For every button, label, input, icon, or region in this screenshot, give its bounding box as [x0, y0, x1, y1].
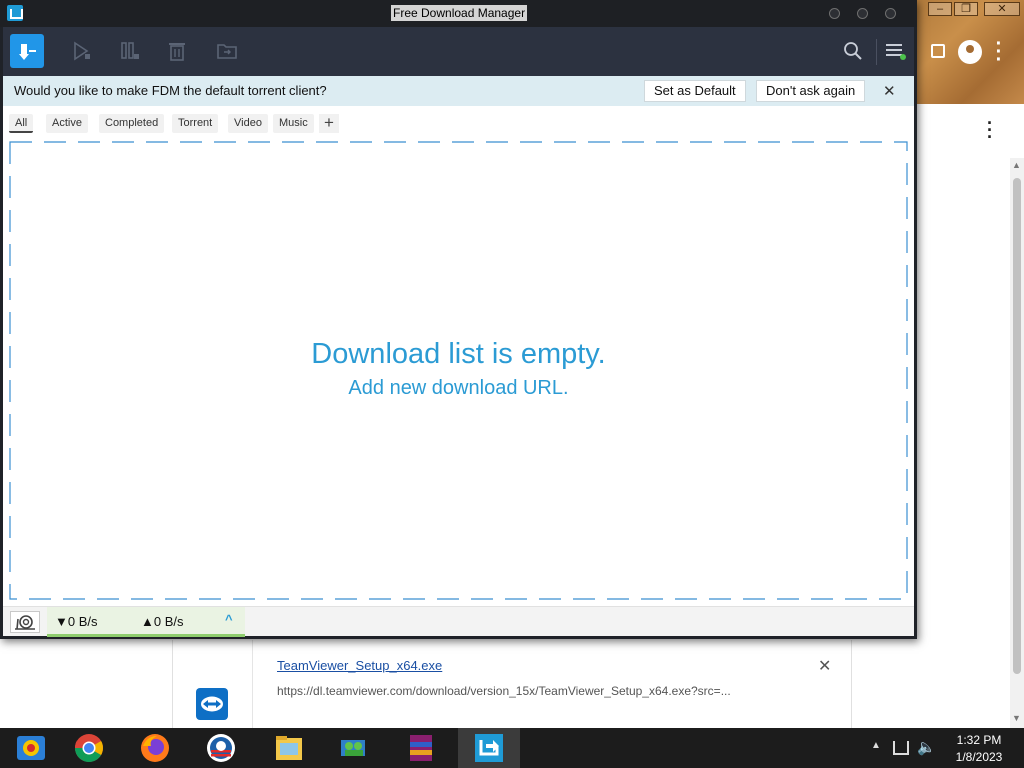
volume-icon[interactable]: 🔈 — [917, 738, 936, 756]
add-download-icon — [19, 44, 36, 60]
delete-button[interactable] — [160, 34, 194, 68]
pause-button[interactable] — [113, 34, 147, 68]
fdm-title-bar[interactable]: Free Download Manager — [0, 0, 917, 27]
move-icon — [217, 44, 237, 59]
profile-icon[interactable] — [958, 40, 982, 64]
maximize-button[interactable] — [857, 8, 868, 19]
pause-icon — [121, 42, 139, 59]
chrome-icon — [74, 734, 103, 762]
taskbar-campaign-app[interactable] — [190, 728, 252, 768]
tab-video[interactable]: Video — [228, 114, 268, 133]
network-icon[interactable] — [893, 741, 909, 755]
download-url: https://dl.teamviewer.com/download/versi… — [277, 684, 731, 698]
browser-minimize-button[interactable]: – — [928, 2, 952, 16]
tab-active[interactable]: Active — [46, 114, 88, 133]
speed-indicator[interactable]: ▼0 B/s ▲0 B/s ^ — [47, 607, 245, 637]
remove-download-icon[interactable]: ✕ — [818, 656, 831, 676]
free-download-manager-icon — [475, 734, 503, 762]
resume-icon — [74, 41, 90, 61]
minimize-button[interactable] — [829, 8, 840, 19]
download-speed: ▼0 B/s — [55, 614, 98, 629]
taskbar: ▲ 🔈 1:32 PM 1/8/2023 — [0, 728, 1024, 768]
fdm-app-icon — [7, 5, 23, 21]
clock-date[interactable]: 1/8/2023 — [948, 750, 1010, 764]
chevron-up-icon[interactable]: ^ — [225, 612, 233, 627]
notification-text: Would you like to make FDM the default t… — [14, 83, 327, 98]
download-drop-zone[interactable] — [9, 141, 908, 600]
filter-tabs: All Active Completed Torrent Video Music… — [3, 114, 914, 134]
resume-button[interactable] — [65, 34, 99, 68]
taskbar-free-download-manager[interactable] — [458, 728, 520, 768]
side-panel-icon[interactable] — [931, 44, 945, 58]
scroll-up-icon[interactable]: ▲ — [1012, 160, 1021, 170]
download-filename-link[interactable]: TeamViewer_Setup_x64.exe — [277, 658, 442, 673]
scroll-down-icon[interactable]: ▼ — [1012, 713, 1021, 723]
status-bar: ▼0 B/s ▲0 B/s ^ — [3, 606, 914, 637]
tab-completed[interactable]: Completed — [99, 114, 165, 133]
upload-speed: ▲0 B/s — [141, 614, 184, 629]
toolbar-separator — [876, 39, 877, 65]
scrollbar-thumb[interactable] — [1013, 178, 1021, 674]
taskbar-chrome[interactable] — [58, 728, 120, 768]
browser-maximize-button[interactable]: ❐ — [954, 2, 978, 16]
network-people-icon — [341, 740, 365, 756]
fdm-window: Free Download Manager Would you like to … — [0, 0, 917, 639]
add-url-link[interactable]: Add new download URL. — [3, 377, 914, 400]
file-explorer-icon — [276, 736, 302, 760]
close-notification-icon[interactable]: ✕ — [883, 82, 896, 100]
teamviewer-icon — [196, 688, 228, 720]
download-card-divider — [252, 640, 253, 728]
set-as-default-button[interactable]: Set as Default — [644, 80, 746, 102]
add-download-button[interactable] — [10, 34, 44, 68]
dont-ask-again-button[interactable]: Don't ask again — [756, 80, 866, 102]
clock-time[interactable]: 1:32 PM — [948, 733, 1010, 747]
menu-icon — [886, 44, 906, 60]
taskbar-screen-recorder[interactable] — [0, 728, 62, 768]
fdm-content-area: Would you like to make FDM the default t… — [3, 76, 914, 637]
default-client-notification: Would you like to make FDM the default t… — [3, 76, 914, 106]
tab-music[interactable]: Music — [273, 114, 314, 133]
window-title: Free Download Manager — [391, 5, 528, 21]
search-button[interactable] — [836, 34, 870, 68]
add-tab-button[interactable]: + — [319, 114, 339, 133]
screen-recorder-icon — [17, 736, 45, 760]
browser-close-button[interactable]: ✕ — [984, 2, 1020, 16]
taskbar-winrar[interactable] — [390, 728, 452, 768]
taskbar-network-app[interactable] — [322, 728, 384, 768]
firefox-icon — [141, 734, 169, 762]
main-menu-button[interactable] — [878, 34, 912, 68]
drop-zone-border — [9, 141, 908, 600]
empty-list-title: Download list is empty. — [311, 338, 606, 370]
move-to-folder-button[interactable] — [210, 34, 244, 68]
tab-torrent[interactable]: Torrent — [172, 114, 219, 133]
winrar-icon — [410, 735, 432, 761]
obama-campaign-icon — [207, 734, 235, 762]
show-hidden-icons[interactable]: ▲ — [871, 740, 881, 751]
fdm-toolbar — [3, 27, 914, 76]
snail-icon — [15, 615, 35, 630]
search-icon — [844, 42, 862, 60]
speed-limit-button[interactable] — [10, 611, 40, 633]
taskbar-file-explorer[interactable] — [258, 728, 320, 768]
taskbar-firefox[interactable] — [124, 728, 186, 768]
delete-icon — [169, 43, 185, 61]
browser-menu-icon[interactable]: · · · — [994, 34, 1004, 70]
close-button[interactable] — [885, 8, 896, 19]
downloads-more-icon[interactable]: · · · — [984, 114, 996, 146]
tab-all[interactable]: All — [9, 114, 34, 133]
